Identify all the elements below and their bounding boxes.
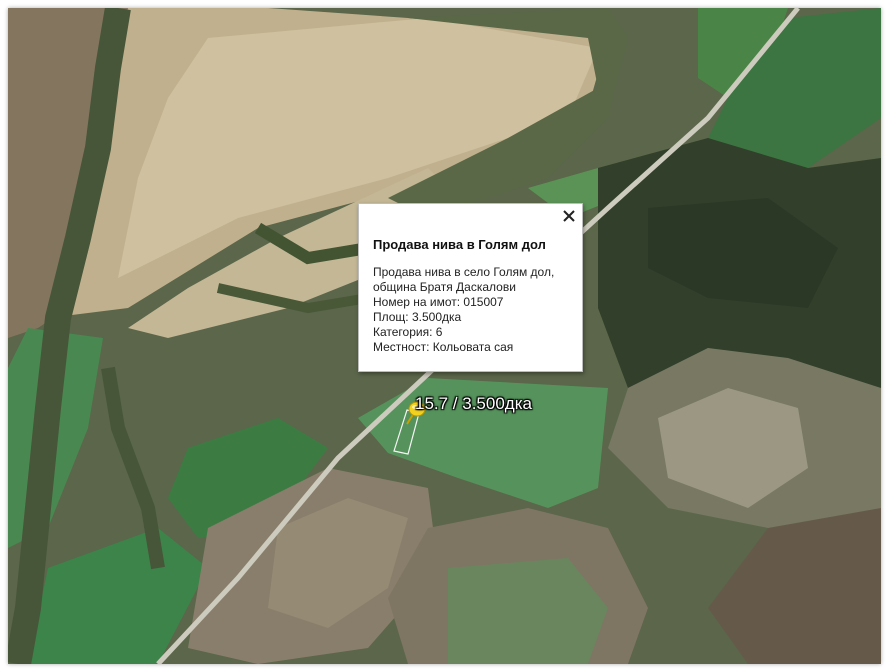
- info-popup: Продава нива в Голям дол Продава нива в …: [358, 203, 583, 372]
- popup-title: Продава нива в Голям дол: [373, 237, 546, 252]
- popup-description-line-2: община Братя Даскалови: [373, 280, 516, 294]
- popup-property-number: Номер на имот: 015007: [373, 295, 504, 309]
- popup-description-line-1: Продава нива в село Голям дол,: [373, 265, 555, 279]
- popup-area: Площ: 3.500дка: [373, 310, 462, 324]
- close-icon[interactable]: [561, 208, 577, 224]
- popup-category: Категория: 6: [373, 325, 443, 339]
- placemark-label[interactable]: 15.7 / 3.500дка: [415, 394, 532, 414]
- popup-locality: Местност: Кольовата сая: [373, 340, 514, 354]
